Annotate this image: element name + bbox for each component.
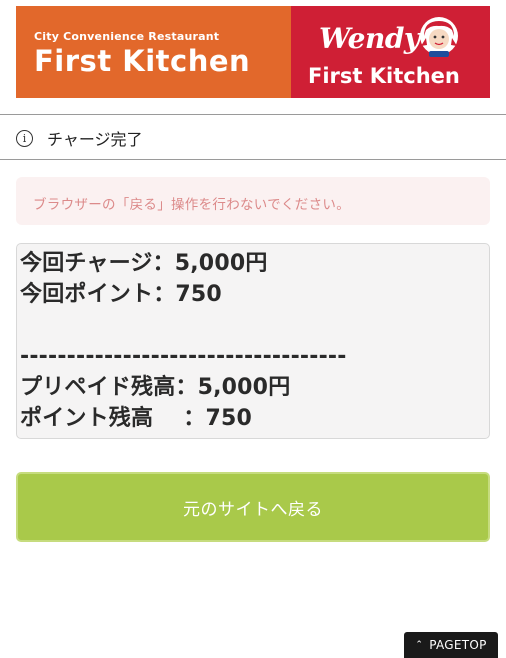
wendys-first-kitchen-logo[interactable]: Wendy's First Kitchen xyxy=(291,6,490,98)
fk-logo-name: First Kitchen xyxy=(34,44,251,78)
summary-line-charge: 今回チャージ：5,000円 xyxy=(20,251,268,276)
wendys-logo-name: First Kitchen xyxy=(308,64,460,88)
chevron-up-icon: ⌃ xyxy=(415,640,424,650)
charge-summary-box: 今回チャージ：5,000円 今回ポイント：750 ---------------… xyxy=(16,243,490,439)
summary-separator: ----------------------------------- xyxy=(20,344,347,369)
first-kitchen-logo[interactable]: City Convenience Restaurant First Kitche… xyxy=(16,6,291,98)
pagetop-button[interactable]: ⌃ PAGETOP xyxy=(404,632,498,658)
info-icon: i xyxy=(16,129,33,147)
site-header: City Convenience Restaurant First Kitche… xyxy=(16,6,490,98)
warning-message: ブラウザーの「戻る」操作を行わないでください。 xyxy=(16,177,490,225)
page-title-row: i チャージ完了 xyxy=(16,126,143,150)
summary-line-point-balance: ポイント残高 ：750 xyxy=(20,406,252,431)
summary-line-prepaid-balance: プリペイド残高：5,000円 xyxy=(20,375,291,400)
divider-bottom xyxy=(0,159,506,160)
summary-line-blank xyxy=(20,310,489,341)
summary-line-points: 今回ポイント：750 xyxy=(20,282,222,307)
fk-logo-tagline: City Convenience Restaurant xyxy=(34,30,220,43)
wendy-mascot-icon xyxy=(420,17,458,57)
divider-top xyxy=(0,114,506,115)
back-to-site-button[interactable]: 元のサイトへ戻る xyxy=(16,472,490,542)
pagetop-label: PAGETOP xyxy=(429,638,487,652)
page-title: チャージ完了 xyxy=(47,130,143,149)
